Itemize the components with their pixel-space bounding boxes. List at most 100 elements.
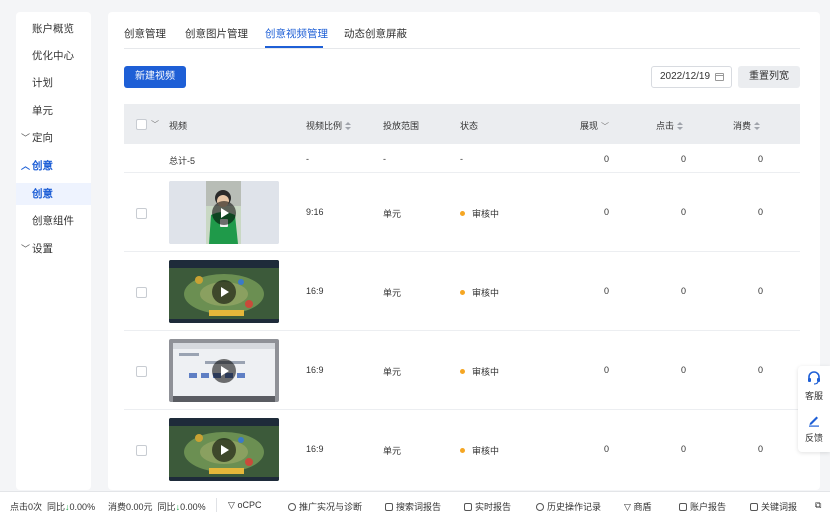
video-ratio: 16:9 (306, 365, 324, 375)
date-picker[interactable]: 2022/12/19 (651, 66, 732, 88)
shangdun-link[interactable]: ▽ 商盾 (624, 500, 651, 513)
sidebar-item-creative-components[interactable]: 创意组件 (16, 210, 91, 232)
clicks-yoy-label: 同比 (47, 502, 66, 512)
clock-icon (536, 502, 544, 511)
tab-dynamic-creative-block[interactable]: 动态创意屏蔽 (344, 26, 407, 41)
status-label: 审核中 (472, 367, 500, 377)
sidebar-group-targeting[interactable]: ﹀ 定向 (16, 127, 91, 149)
status-label: 审核中 (472, 288, 500, 298)
realtime-report-label: 实时报告 (475, 502, 512, 512)
row-checkbox[interactable] (136, 208, 147, 219)
video-thumbnail[interactable] (169, 260, 279, 323)
external-link-icon[interactable]: ⧉ (815, 500, 821, 511)
search-term-report-link[interactable]: 搜索词报告 (385, 500, 441, 513)
sidebar-item-unit[interactable]: 单元 (16, 100, 91, 122)
tab-creative-images[interactable]: 创意图片管理 (185, 26, 248, 41)
sidebar-item-label: 计划 (32, 77, 53, 89)
video-thumbnail[interactable] (169, 339, 279, 402)
status-badge: 审核中 (460, 286, 499, 299)
sidebar-item-account-overview[interactable]: 账户概览 (16, 18, 91, 40)
video-thumbnail[interactable] (169, 418, 279, 481)
video-cost: 0 (757, 207, 763, 217)
customer-service-button[interactable]: 客服 (798, 371, 830, 402)
sidebar: 账户概览 优化中心 计划 单元 ﹀ 定向 ︿ 创意 创意 创意组件 ﹀ 设置 (16, 12, 91, 490)
cost-yoy-value: 0.00% (180, 502, 206, 512)
chevron-down-icon: ﹀ (21, 133, 31, 143)
video-impressions: 0 (603, 207, 609, 217)
reset-column-width-button[interactable]: 重置列宽 (738, 66, 800, 88)
sidebar-item-optimization[interactable]: 优化中心 (16, 45, 91, 67)
header-scope: 投放范围 (383, 121, 420, 131)
cost-stat: 消费0.00元 同比↓0.00% (108, 500, 206, 513)
video-ratio: 9:16 (306, 207, 324, 217)
new-video-button[interactable]: 新建视频 (124, 66, 186, 88)
main-panel: 创意管理 创意图片管理 创意视频管理 动态创意屏蔽 新建视频 2022/12/1… (108, 12, 820, 490)
sidebar-item-label: 创意组件 (32, 215, 74, 227)
sidebar-item-label: 设置 (32, 243, 53, 255)
sidebar-item-label: 创意 (32, 188, 53, 200)
play-icon (212, 201, 236, 225)
table-header: ﹀ 视频 视频比例 投放范围 状态 展现 ﹀ 点击 消费 (124, 104, 800, 144)
header-label: 视频比例 (306, 121, 343, 131)
floating-help-panel: 客服 反馈 (798, 366, 830, 452)
divider (216, 498, 217, 512)
sidebar-group-settings[interactable]: ﹀ 设置 (16, 238, 91, 260)
video-scope: 单元 (383, 367, 402, 377)
total-ratio: - (306, 154, 309, 164)
feedback-label: 反馈 (804, 433, 823, 443)
status-dot (460, 290, 465, 296)
ocpc-link[interactable]: ▽ oCPC (228, 500, 261, 511)
tab-creative-videos[interactable]: 创意视频管理 (265, 26, 328, 41)
edit-icon (809, 416, 819, 427)
clicks-stat: 点击0次 同比↓0.00% (10, 500, 95, 513)
total-cost: 0 (757, 154, 763, 164)
realtime-report-link[interactable]: 实时报告 (464, 500, 511, 513)
video-thumbnail[interactable] (169, 181, 279, 244)
report-icon (750, 502, 758, 511)
table-row: 16:9 单元 审核中 0 0 0 (124, 331, 800, 410)
funnel-icon: ▽ (624, 502, 631, 512)
video-impressions: 0 (603, 286, 609, 296)
tab-creative-management[interactable]: 创意管理 (124, 26, 166, 41)
row-checkbox[interactable] (136, 366, 147, 377)
keyword-report-link[interactable]: 关键词报 (750, 500, 797, 513)
account-report-link[interactable]: 账户报告 (679, 500, 726, 513)
row-checkbox[interactable] (136, 445, 147, 456)
calendar-icon (715, 73, 724, 81)
date-value: 2022/12/19 (660, 71, 711, 82)
status-label: 审核中 (472, 446, 500, 456)
history-link[interactable]: 历史操作记录 (536, 500, 601, 513)
total-label: 总计-5 (169, 156, 196, 166)
video-clicks: 0 (680, 444, 686, 454)
active-tab-indicator (265, 46, 323, 48)
header-label: 消费 (733, 121, 752, 131)
header-impressions[interactable]: 展现 ﹀ (580, 119, 609, 132)
video-clicks: 0 (680, 365, 686, 375)
header-ratio[interactable]: 视频比例 (306, 119, 352, 132)
header-status: 状态 (460, 121, 479, 131)
sidebar-item-label: 账户概览 (32, 23, 74, 35)
promo-diagnosis-link[interactable]: 推广实况与诊断 (288, 500, 362, 513)
chevron-down-icon[interactable]: ﹀ (151, 119, 159, 130)
sort-icon (345, 122, 352, 131)
promo-diagnosis-label: 推广实况与诊断 (299, 502, 363, 512)
select-all-checkbox[interactable] (136, 119, 147, 130)
report-icon (464, 502, 472, 511)
funnel-icon: ▽ (228, 500, 235, 510)
feedback-button[interactable]: 反馈 (798, 413, 830, 444)
header-clicks[interactable]: 点击 (656, 119, 684, 132)
sidebar-item-creative[interactable]: 创意 (16, 183, 91, 205)
video-ratio: 16:9 (306, 286, 324, 296)
video-impressions: 0 (603, 365, 609, 375)
row-checkbox[interactable] (136, 287, 147, 298)
sort-icon (754, 122, 761, 131)
sidebar-group-creative[interactable]: ︿ 创意 (16, 155, 91, 177)
header-cost[interactable]: 消费 (733, 119, 761, 132)
table-row: 16:9 单元 审核中 0 0 0 (124, 410, 800, 490)
video-scope: 单元 (383, 288, 402, 298)
table-total-row: 总计-5 - - - 0 0 0 (124, 144, 800, 173)
cost-yoy-label: 同比 (157, 502, 176, 512)
sidebar-item-plan[interactable]: 计划 (16, 72, 91, 94)
chevron-down-icon: ﹀ (601, 122, 610, 132)
total-clicks: 0 (680, 154, 686, 164)
